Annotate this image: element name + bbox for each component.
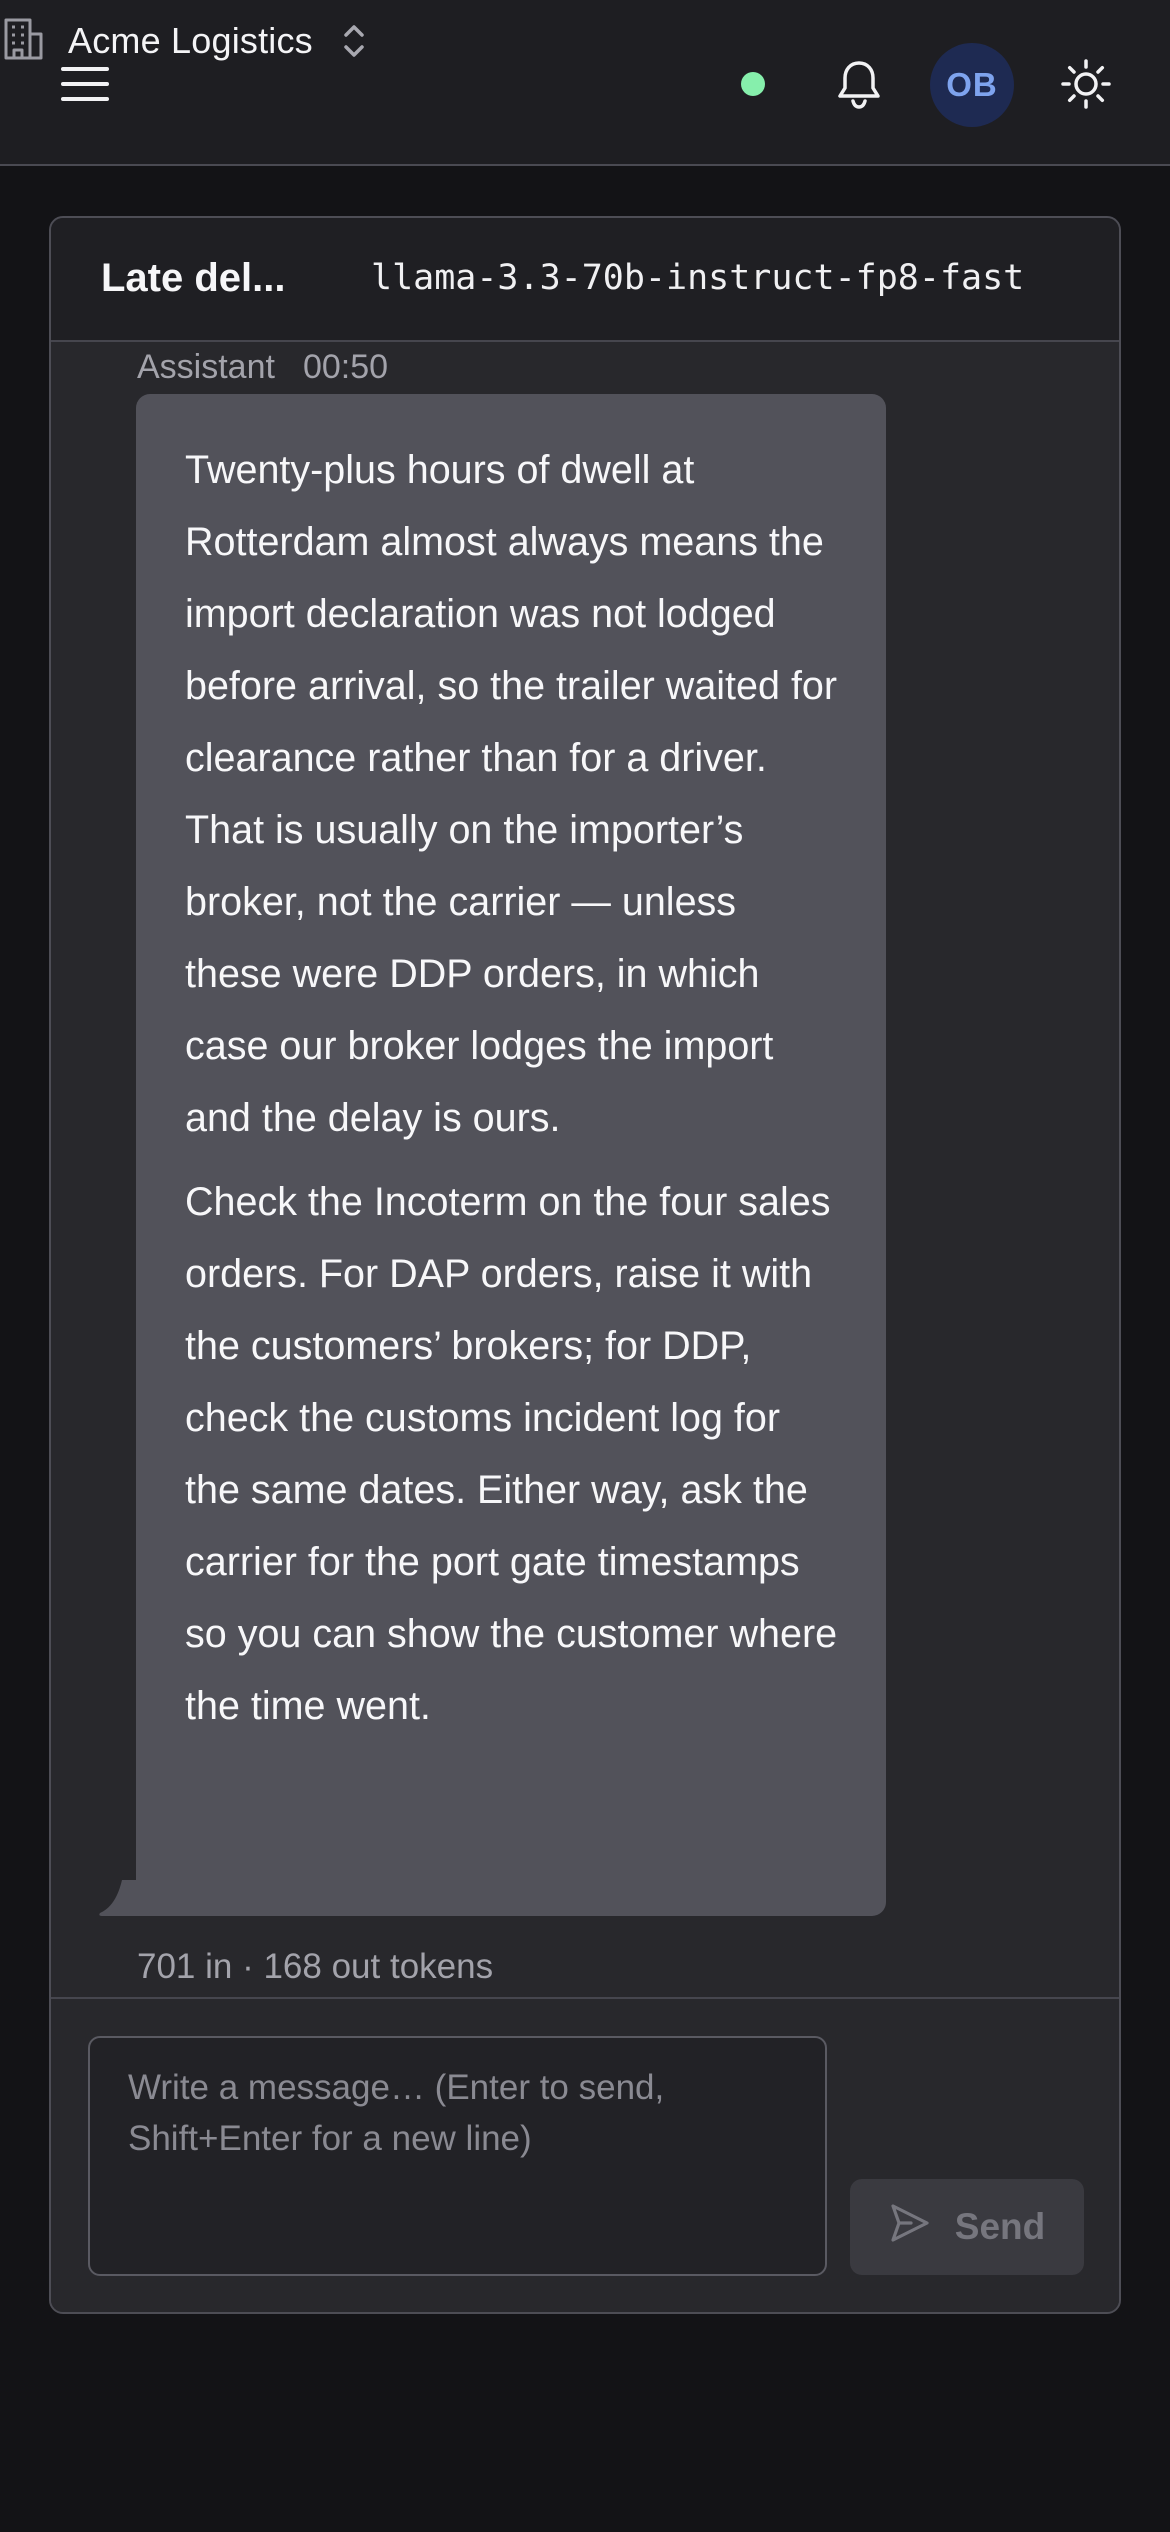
top-bar: Acme Logistics OB bbox=[0, 0, 1170, 166]
hamburger-menu-icon[interactable] bbox=[44, 43, 126, 125]
avatar-initials: OB bbox=[946, 66, 998, 103]
message-time: 00:50 bbox=[302, 348, 389, 386]
composer: Send bbox=[51, 1997, 1119, 2312]
message-input[interactable] bbox=[88, 2036, 827, 2276]
message-role: Assistant bbox=[137, 348, 275, 386]
conversation-title[interactable]: Late del... bbox=[101, 256, 286, 301]
assistant-message-bubble: Twenty-plus hours of dwell at Rotterdam … bbox=[136, 394, 886, 1916]
chevron-up-down-icon bbox=[341, 21, 367, 61]
send-button[interactable]: Send bbox=[850, 2179, 1084, 2275]
bubble-tail bbox=[99, 1880, 136, 1916]
message-paragraph: Check the Incoterm on the four sales ord… bbox=[185, 1180, 838, 1728]
avatar[interactable]: OB bbox=[930, 43, 1014, 127]
sun-icon[interactable] bbox=[1045, 43, 1127, 125]
bell-icon[interactable] bbox=[818, 43, 900, 125]
building-icon bbox=[0, 16, 46, 67]
send-icon bbox=[889, 2202, 931, 2253]
token-usage: 701 in · 168 out tokens bbox=[137, 1947, 494, 1986]
model-name: llama-3.3-70b-instruct-fp8-fast bbox=[371, 258, 1025, 298]
message-paragraph: Twenty-plus hours of dwell at Rotterdam … bbox=[185, 448, 838, 1140]
connection-status-indicator bbox=[741, 72, 765, 96]
message-meta: Assistant 00:50 bbox=[137, 348, 388, 387]
chat-panel: Late del... llama-3.3-70b-instruct-fp8-f… bbox=[49, 216, 1121, 2314]
send-label: Send bbox=[954, 2206, 1046, 2247]
chat-header: Late del... llama-3.3-70b-instruct-fp8-f… bbox=[51, 218, 1119, 342]
